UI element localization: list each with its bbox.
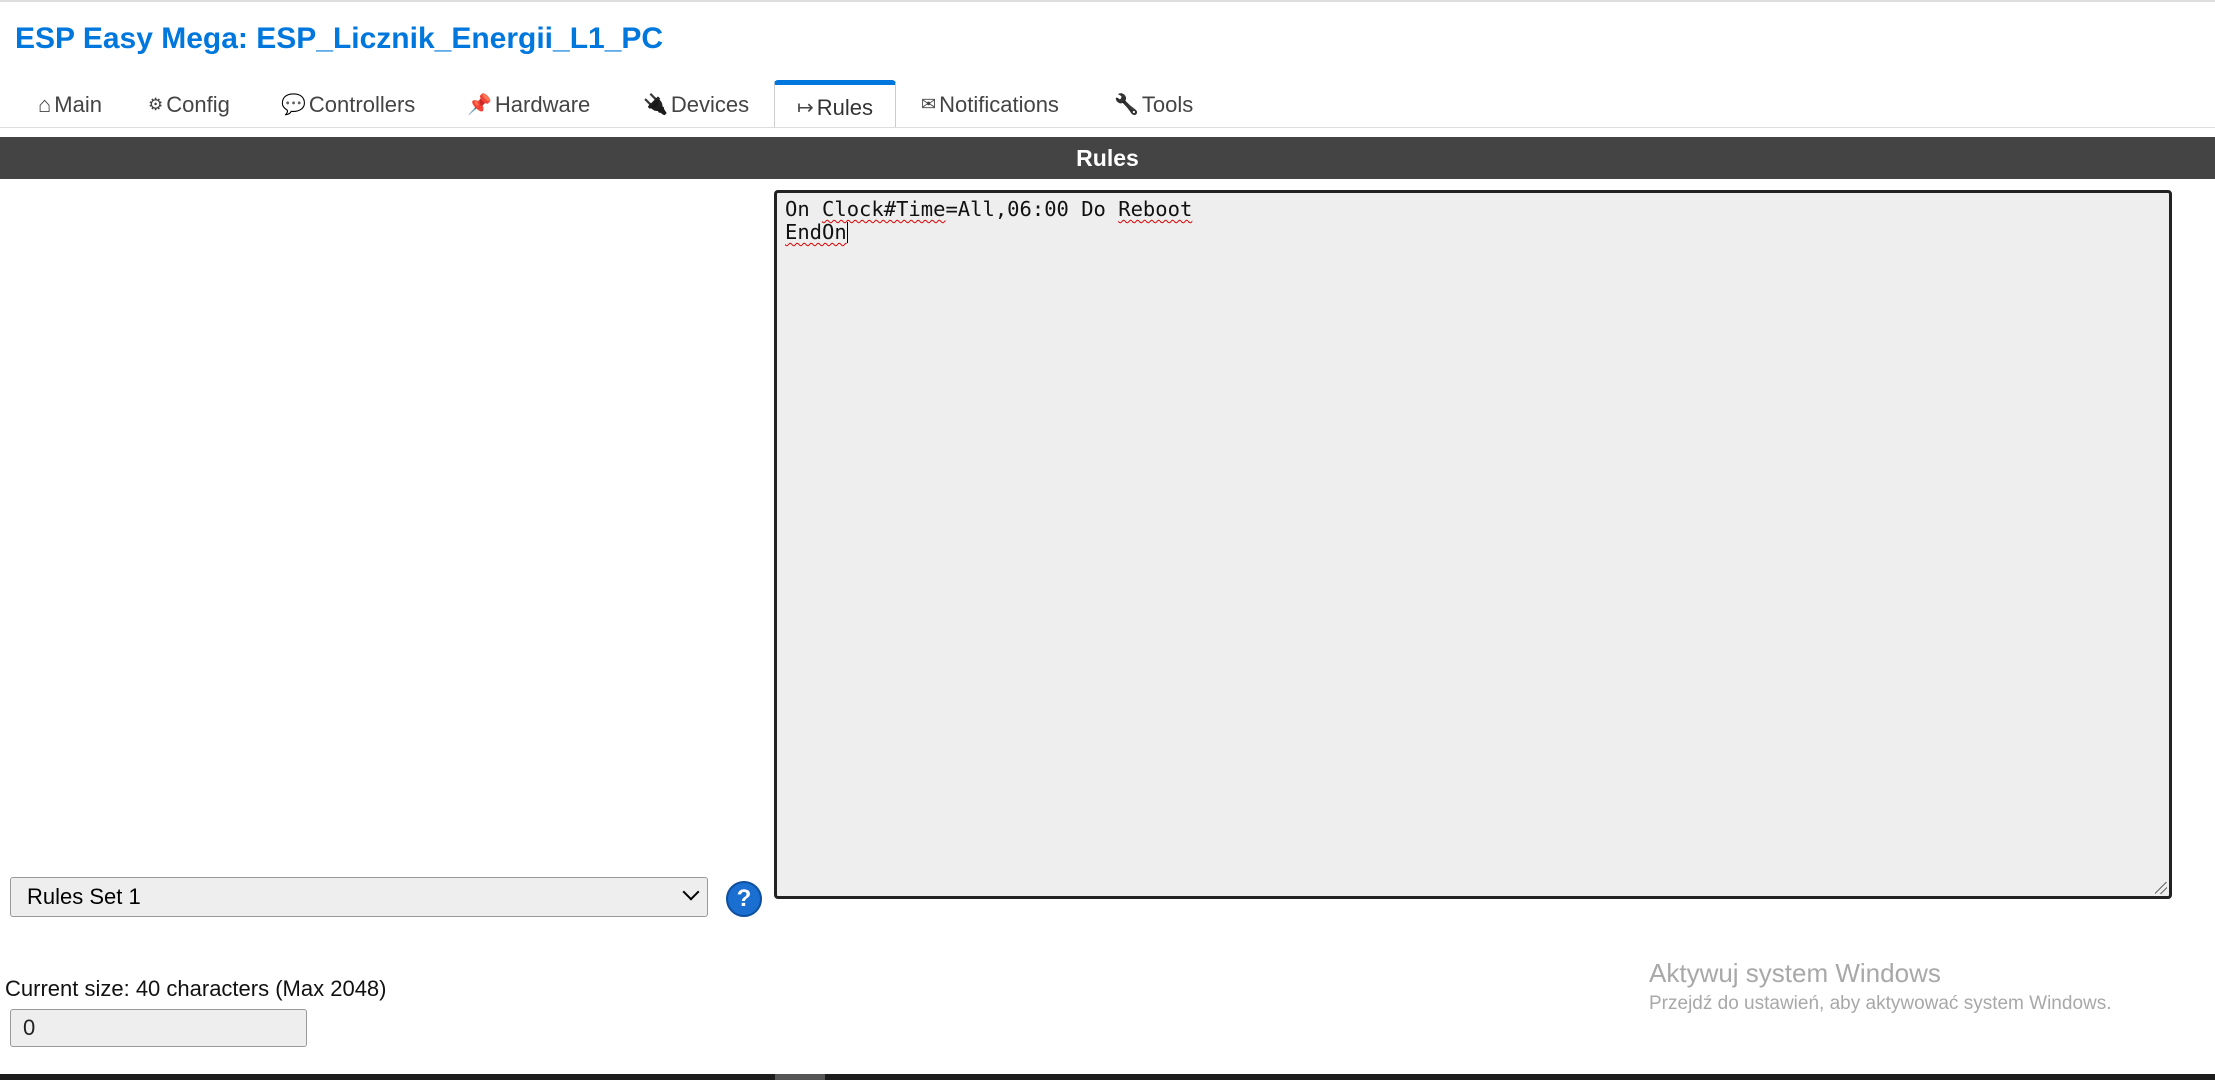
top-border <box>0 0 2215 2</box>
rules-set-selected: Rules Set 1 <box>27 884 141 909</box>
rules-line-2: EndOn <box>785 221 2161 244</box>
speech-bubble-icon: 💬 <box>281 94 306 116</box>
wrench-icon: 🔧 <box>1114 94 1139 116</box>
windows-activation-subtitle: Przejdź do ustawień, aby aktywować syste… <box>1649 993 2112 1014</box>
section-header: Rules <box>0 137 2215 179</box>
tab-hardware[interactable]: 📌 Hardware <box>467 92 590 128</box>
tab-notifications[interactable]: ✉ Notifications <box>921 92 1059 128</box>
home-icon: ⌂ <box>38 92 52 117</box>
size-field-value: 0 <box>23 1015 36 1040</box>
rules-text-misspelled: Clock#Time <box>822 197 946 221</box>
rules-text-misspelled: EndOn <box>785 220 847 244</box>
rules-text: On <box>785 197 823 221</box>
taskbar-active-item[interactable] <box>775 1074 825 1080</box>
rules-textarea[interactable]: On Clock#Time=All,06:00 Do Reboot EndOn <box>774 190 2172 899</box>
gear-icon: ⚙ <box>148 95 164 114</box>
tab-divider <box>0 127 2215 128</box>
help-button[interactable]: ? <box>726 881 762 917</box>
rules-line-1: On Clock#Time=All,06:00 Do Reboot <box>785 198 2161 221</box>
tab-label: Devices <box>670 92 750 117</box>
tab-label: Notifications <box>939 92 1059 117</box>
tab-label: Main <box>54 92 102 117</box>
resize-grip-icon[interactable] <box>2155 882 2167 894</box>
tab-label: Config <box>166 92 230 117</box>
tab-bar: ⌂ Main ⚙ Config 💬 Controllers 📌 Hardware… <box>0 78 2215 128</box>
tab-main[interactable]: ⌂ Main <box>38 92 102 128</box>
windows-activation-title: Aktywuj system Windows <box>1649 958 1941 988</box>
section-title: Rules <box>1076 144 1139 171</box>
page: ESP Easy Mega: ESP_Licznik_Energii_L1_PC… <box>0 0 2215 1080</box>
page-title: ESP Easy Mega: ESP_Licznik_Energii_L1_PC <box>15 22 664 55</box>
envelope-icon: ✉ <box>921 94 937 114</box>
chevron-down-icon <box>682 883 700 901</box>
rules-text: =All,06:00 Do <box>945 197 1119 221</box>
rules-text-misspelled: Reboot <box>1118 197 1193 221</box>
question-icon: ? <box>736 885 752 912</box>
tab-config[interactable]: ⚙ Config <box>148 92 230 128</box>
current-size-label: Current size: 40 characters (Max 2048) <box>5 976 387 1001</box>
tab-rules[interactable]: ↦ Rules <box>774 80 897 128</box>
tab-devices[interactable]: 🔌 Devices <box>643 92 749 128</box>
size-field[interactable]: 0 <box>10 1009 307 1047</box>
taskbar <box>0 1074 2215 1080</box>
rules-set-dropdown[interactable]: Rules Set 1 <box>10 877 708 917</box>
tab-label: Rules <box>816 94 874 120</box>
tab-label: Tools <box>1141 92 1194 117</box>
arrow-right-icon: ↦ <box>797 97 814 119</box>
text-caret <box>846 222 848 243</box>
tab-tools[interactable]: 🔧 Tools <box>1114 92 1193 128</box>
tab-label: Controllers <box>308 92 416 117</box>
plug-icon: 🔌 <box>643 94 668 116</box>
tab-label: Hardware <box>494 92 591 117</box>
tab-controllers[interactable]: 💬 Controllers <box>281 92 415 128</box>
pushpin-icon: 📌 <box>467 94 492 116</box>
